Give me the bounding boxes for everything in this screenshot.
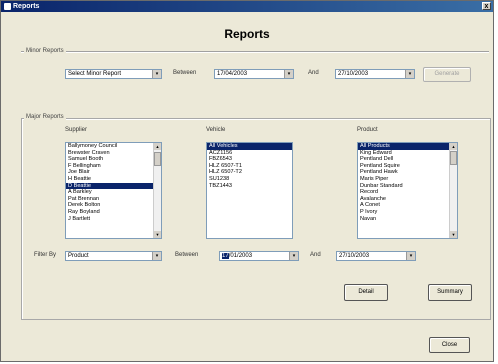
vehicle-list[interactable]: All Vehicles ACZ1156 FBZ6543 HLZ 6507-T1 HLZ… <box>206 142 293 239</box>
chevron-down-icon[interactable]: ▾ <box>289 252 298 260</box>
filter-by-select[interactable]: Product ▾ <box>65 251 162 261</box>
supplier-list-item[interactable]: Joe Blair <box>66 169 161 176</box>
scroll-up-icon[interactable]: ▲ <box>450 143 457 150</box>
minor-report-select-value: Select Minor Report <box>68 71 122 77</box>
scroll-down-icon[interactable]: ▼ <box>154 231 161 238</box>
chevron-down-icon[interactable]: ▾ <box>405 70 414 78</box>
product-list-item[interactable]: Pentland Dell <box>358 156 457 163</box>
major-and-label: And <box>310 252 321 258</box>
supplier-list-item[interactable]: Samuel Booth <box>66 156 161 163</box>
supplier-list-item[interactable]: D Beattie <box>66 182 161 190</box>
window-title: Reports <box>13 3 40 10</box>
minor-to-date-picker[interactable]: 27/10/2003 ▾ <box>335 69 415 79</box>
vehicle-list-item[interactable]: SU1238 <box>207 176 292 183</box>
supplier-label: Supplier <box>65 127 88 133</box>
reports-window: Reports x Reports Minor Reports Select M… <box>0 0 494 362</box>
major-reports-label: Major Reports <box>24 114 66 120</box>
product-list-item[interactable]: Pentland Squire <box>358 163 457 170</box>
minor-and-label: And <box>308 70 319 76</box>
major-to-date-picker[interactable]: 27/10/2003 ▾ <box>336 251 416 261</box>
scroll-up-icon[interactable]: ▲ <box>154 143 161 150</box>
summary-button[interactable]: Summary <box>428 284 472 301</box>
chevron-down-icon[interactable]: ▾ <box>406 252 415 260</box>
major-between-label: Between <box>175 252 199 258</box>
product-list-item[interactable]: A Conet <box>358 202 457 209</box>
minor-from-date-picker[interactable]: 17/04/2003 ▾ <box>214 69 294 79</box>
supplier-list-item[interactable]: Derek Bolton <box>66 202 161 209</box>
vehicle-list-item[interactable]: All Vehicles <box>207 143 292 150</box>
filter-by-label: Filter By <box>34 252 57 258</box>
product-list-item[interactable]: Record <box>358 189 457 196</box>
product-list[interactable]: All Products King Edward Pentland Dell Pent… <box>357 142 458 239</box>
minor-from-date-value: 17/04/2003 <box>217 71 248 77</box>
minor-divider <box>21 51 489 53</box>
product-label: Product <box>357 127 378 133</box>
chevron-down-icon[interactable]: ▾ <box>152 252 161 260</box>
chevron-down-icon[interactable]: ▾ <box>284 70 293 78</box>
scroll-down-icon[interactable]: ▼ <box>450 231 457 238</box>
minor-to-date-value: 27/10/2003 <box>338 71 369 77</box>
chevron-down-icon[interactable]: ▾ <box>152 70 161 78</box>
vehicle-list-item[interactable]: HLZ 6507-T1 <box>207 163 292 170</box>
supplier-scrollbar[interactable]: ▲ ▼ <box>153 143 161 238</box>
major-from-date-picker[interactable]: 17/01/2003 ▾ <box>219 251 299 261</box>
product-list-item[interactable]: Maris Piper <box>358 176 457 183</box>
product-list-item[interactable]: Pentland Hawk <box>358 169 457 176</box>
supplier-list-item[interactable]: H Beattie <box>66 176 161 183</box>
close-button[interactable]: Close <box>429 337 470 353</box>
title-bar: Reports x <box>1 1 493 12</box>
product-list-item[interactable]: All Products <box>358 143 457 150</box>
supplier-list-item[interactable]: Ballymoney Council <box>66 143 161 150</box>
product-list-item[interactable]: King Edward <box>358 150 457 157</box>
vehicle-list-item[interactable]: HLZ 6507-T2 <box>207 169 292 176</box>
product-list-item[interactable]: P Ivory <box>358 209 457 216</box>
page-title: Reports <box>224 27 270 41</box>
vehicle-list-item[interactable]: TBZ1443 <box>207 183 292 190</box>
vehicle-list-item[interactable]: FBZ6543 <box>207 156 292 163</box>
supplier-list-item[interactable]: J Bartlett <box>66 216 161 223</box>
major-from-date-rest: /01/2003 <box>228 253 253 259</box>
window-close-button[interactable]: x <box>482 2 491 10</box>
vehicle-label: Vehicle <box>206 127 226 133</box>
supplier-list-item[interactable]: Ray Boyland <box>66 209 161 216</box>
app-icon <box>4 3 11 10</box>
minor-between-label: Between <box>173 70 197 76</box>
supplier-list-item[interactable]: Brewster Craven <box>66 150 161 157</box>
supplier-list-item[interactable]: F Bellingham <box>66 163 161 170</box>
major-to-date-value: 27/10/2003 <box>339 253 370 259</box>
scroll-thumb[interactable] <box>450 151 457 165</box>
product-list-item[interactable]: Dunbar Standard <box>358 183 457 190</box>
generate-button[interactable]: Generate <box>423 67 471 82</box>
detail-button[interactable]: Detail <box>344 284 388 301</box>
minor-report-select[interactable]: Select Minor Report ▾ <box>65 69 162 79</box>
major-from-date-day: 17 <box>222 253 229 259</box>
supplier-list-item[interactable]: Pat Brennan <box>66 196 161 203</box>
product-scrollbar[interactable]: ▲ ▼ <box>449 143 457 238</box>
supplier-list[interactable]: Ballymoney Council Brewster Craven Samuel … <box>65 142 162 239</box>
product-list-item[interactable]: Avalanche <box>358 196 457 203</box>
vehicle-list-item[interactable]: ACZ1156 <box>207 150 292 157</box>
filter-by-value: Product <box>68 253 89 259</box>
minor-reports-label: Minor Reports <box>24 48 66 54</box>
product-list-item[interactable]: Navan <box>358 216 457 223</box>
scroll-thumb[interactable] <box>154 152 161 166</box>
supplier-list-item[interactable]: A Barkley <box>66 189 161 196</box>
